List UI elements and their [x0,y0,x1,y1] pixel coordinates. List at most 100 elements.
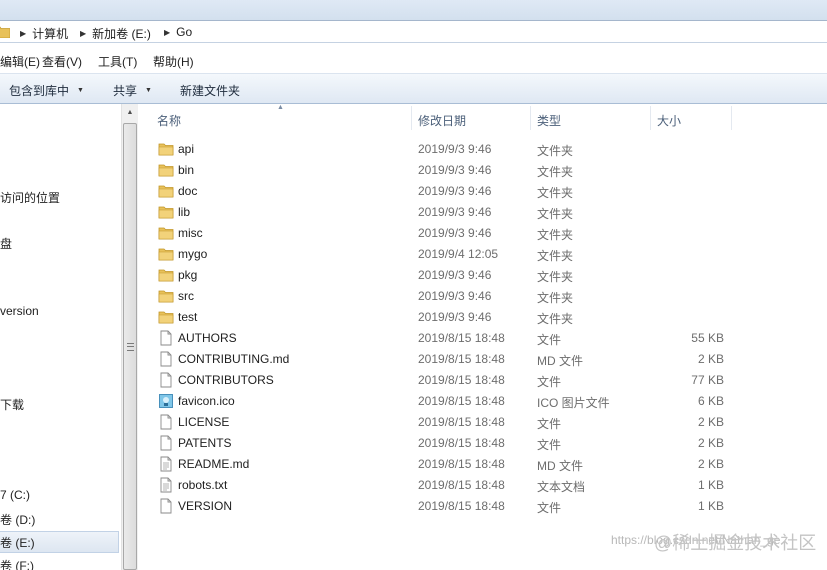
chevron-right-icon[interactable]: ▶ [80,29,86,38]
table-row[interactable]: lib 2019/9/3 9:46 文件夹 [138,201,827,222]
nav-item-drive-d[interactable]: 卷 (D:) [0,511,35,528]
file-date: 2019/8/15 18:48 [418,478,505,492]
nav-item-disk[interactable]: 盘 [0,235,12,252]
file-name: src [178,289,194,303]
file-date: 2019/9/3 9:46 [418,268,492,282]
table-row[interactable]: mygo 2019/9/4 12:05 文件夹 [138,243,827,264]
text-file-icon [158,456,174,472]
folder-icon [158,267,174,283]
table-row[interactable]: robots.txt 2019/8/15 18:48 文本文档 1 KB [138,474,827,495]
file-size: 2 KB [697,352,724,366]
table-row[interactable]: favicon.ico 2019/8/15 18:48 ICO 图片文件 6 KB [138,390,827,411]
breadcrumb-drive[interactable]: ▶ 新加卷 (E:) [80,25,151,42]
table-row[interactable]: CONTRIBUTORS 2019/8/15 18:48 文件 77 KB [138,369,827,390]
column-divider[interactable] [530,106,531,130]
nav-scrollbar[interactable]: ▲ [121,104,138,570]
folder-icon [158,225,174,241]
table-row[interactable]: misc 2019/9/3 9:46 文件夹 [138,222,827,243]
menu-tools[interactable]: 工具(T) [98,53,137,70]
breadcrumb-label: 新加卷 (E:) [92,27,151,41]
file-type: 文件 [537,375,562,389]
file-size: 2 KB [697,415,724,429]
nav-item-version[interactable]: version [0,304,39,318]
share-button[interactable]: 共享 ▼ [113,82,152,99]
file-name: CONTRIBUTING.md [178,352,290,366]
column-header-date[interactable]: 修改日期 [418,112,466,129]
caret-down-icon: ▼ [77,87,84,94]
nav-item-drive-f[interactable]: 卷 (F:) [0,557,34,570]
file-type: MD 文件 [537,459,583,473]
file-type: 文件夹 [537,228,574,242]
column-divider[interactable] [650,106,651,130]
folder-icon [0,26,10,38]
table-row[interactable]: bin 2019/9/3 9:46 文件夹 [138,159,827,180]
table-row[interactable]: VERSION 2019/8/15 18:48 文件 1 KB [138,495,827,516]
table-row[interactable]: LICENSE 2019/8/15 18:48 文件 2 KB [138,411,827,432]
folder-icon [158,288,174,304]
folder-icon [158,141,174,157]
table-row[interactable]: doc 2019/9/3 9:46 文件夹 [138,180,827,201]
column-header-type[interactable]: 类型 [537,112,561,129]
table-row[interactable]: src 2019/9/3 9:46 文件夹 [138,285,827,306]
file-date: 2019/8/15 18:48 [418,331,505,345]
table-row[interactable]: test 2019/9/3 9:46 文件夹 [138,306,827,327]
breadcrumb-label: Go [176,25,193,39]
nav-item-recent-places[interactable]: 访问的位置 [0,189,60,206]
new-folder-button[interactable]: 新建文件夹 [180,82,240,99]
table-row[interactable]: api 2019/9/3 9:46 文件夹 [138,138,827,159]
file-icon [158,498,174,514]
table-row[interactable]: AUTHORS 2019/8/15 18:48 文件 55 KB [138,327,827,348]
file-date: 2019/9/3 9:46 [418,226,492,240]
file-date: 2019/9/3 9:46 [418,205,492,219]
breadcrumb-folder[interactable]: ▶ Go [164,25,192,39]
nav-item-downloads[interactable]: 下载 [0,396,24,413]
file-size: 6 KB [697,394,724,408]
table-row[interactable]: CONTRIBUTING.md 2019/8/15 18:48 MD 文件 2 KB [138,348,827,369]
file-date: 2019/9/4 12:05 [418,247,499,261]
column-header-name[interactable]: 名称 [157,112,181,129]
menu-view[interactable]: 查看(V) [42,53,82,70]
file-date: 2019/8/15 18:48 [418,394,505,408]
button-label: 新建文件夹 [180,84,241,98]
file-size: 2 KB [697,457,724,471]
file-date: 2019/8/15 18:48 [418,499,505,513]
file-name: bin [178,163,195,177]
scrollbar-thumb[interactable] [123,123,137,570]
file-date: 2019/9/3 9:46 [418,142,492,156]
column-header-row: ▲ 名称 修改日期 类型 大小 [138,104,827,132]
column-divider[interactable] [411,106,412,130]
file-name: robots.txt [178,478,228,492]
file-date: 2019/8/15 18:48 [418,373,505,387]
image-icon [158,393,174,409]
include-in-library-button[interactable]: 包含到库中 ▼ [9,82,84,99]
file-name: api [178,142,195,156]
address-bar[interactable]: ▶ 计算机 ▶ 新加卷 (E:) ▶ Go [0,20,827,43]
file-name: lib [178,205,191,219]
file-type: 文件夹 [537,186,574,200]
scroll-up-icon[interactable]: ▲ [122,104,138,121]
nav-item-drive-e[interactable]: 卷 (E:) [0,534,35,551]
file-type: 文件 [537,333,562,347]
file-type: ICO 图片文件 [537,396,610,410]
breadcrumb-computer[interactable]: ▶ 计算机 [20,25,68,42]
table-row[interactable]: pkg 2019/9/3 9:46 文件夹 [138,264,827,285]
chevron-right-icon[interactable]: ▶ [20,29,26,38]
sort-ascending-icon: ▲ [277,104,284,111]
table-row[interactable]: README.md 2019/8/15 18:48 MD 文件 2 KB [138,453,827,474]
column-divider[interactable] [731,106,732,130]
column-header-size[interactable]: 大小 [657,112,681,129]
menu-edit[interactable]: 编辑(E) [0,53,40,70]
file-name: favicon.ico [178,394,235,408]
file-date: 2019/9/3 9:46 [418,289,492,303]
file-type: 文件夹 [537,270,574,284]
nav-item-drive-c[interactable]: 7 (C:) [0,488,30,502]
file-name: test [178,310,198,324]
watermark-brand: @稀土掘金技术社区 [654,533,817,553]
menu-bar: 编辑(E) 查看(V) 工具(T) 帮助(H) [0,43,827,74]
file-name: pkg [178,268,198,282]
table-row[interactable]: PATENTS 2019/8/15 18:48 文件 2 KB [138,432,827,453]
file-name: doc [178,184,198,198]
button-label: 共享 [113,84,138,98]
menu-help[interactable]: 帮助(H) [153,53,194,70]
chevron-right-icon[interactable]: ▶ [164,28,170,37]
